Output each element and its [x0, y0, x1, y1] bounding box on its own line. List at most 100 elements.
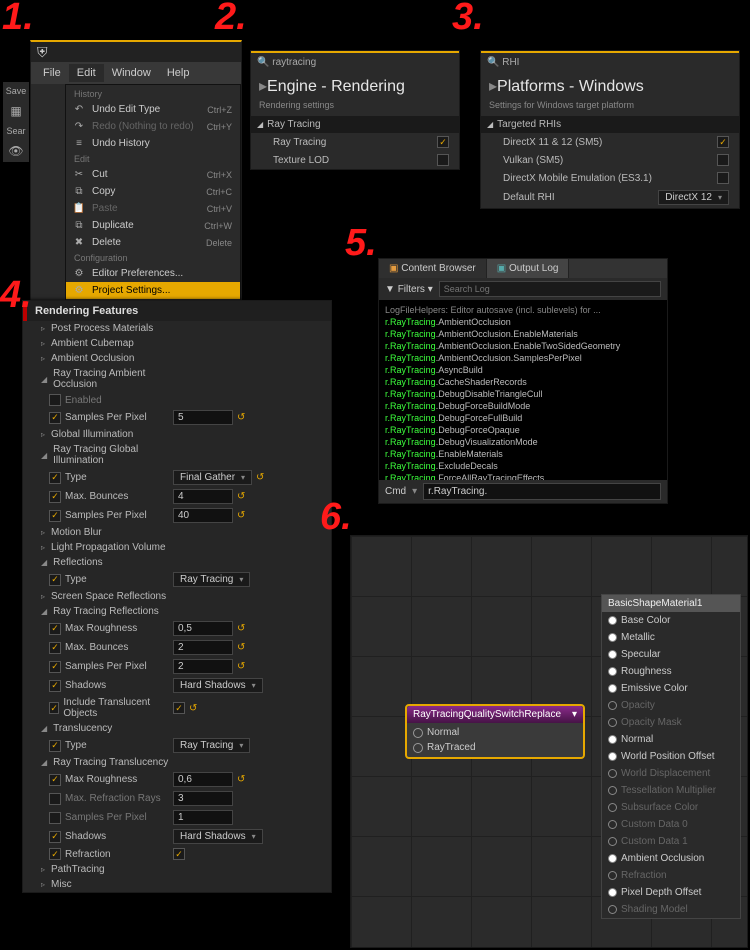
search-text[interactable]: RHI	[502, 57, 519, 68]
search-log-input[interactable]	[439, 281, 661, 297]
cb-rtgi-spp[interactable]	[49, 510, 61, 522]
cb-rtgi-maxb[interactable]	[49, 491, 61, 503]
cb-maxrefr[interactable]	[49, 793, 61, 805]
reset-icon[interactable]: ↺	[237, 510, 245, 521]
mat-pin[interactable]: Ambient Occlusion	[602, 850, 740, 867]
cb-vulkan[interactable]	[717, 154, 729, 166]
mi-undo-edit-type[interactable]: ↶Undo Edit TypeCtrl+Z	[66, 101, 240, 118]
mat-pin[interactable]: Refraction	[602, 867, 740, 884]
row-ambient-cubemap[interactable]: Ambient Cubemap	[23, 336, 331, 351]
reset-icon[interactable]: ↺	[189, 703, 197, 714]
reset-icon[interactable]: ↺	[237, 774, 245, 785]
menu-file[interactable]: File	[35, 64, 69, 82]
eye-icon[interactable]: 👁	[8, 144, 23, 158]
mi-cut[interactable]: ✂CutCtrl+X	[66, 166, 240, 183]
row-pathtracing[interactable]: PathTracing	[23, 862, 331, 877]
reset-icon[interactable]: ↺	[237, 661, 245, 672]
mat-pin[interactable]: Normal	[602, 731, 740, 748]
reset-icon[interactable]: ↺	[237, 623, 245, 634]
cb-incl-trans-val[interactable]	[173, 702, 185, 714]
tab-content-browser[interactable]: ▣ Content Browser	[379, 259, 487, 278]
spin-rttrans-spp[interactable]	[173, 810, 233, 825]
row-translucency[interactable]: Translucency	[23, 721, 331, 736]
section-targeted-rhis[interactable]: Targeted RHIs	[481, 116, 739, 133]
spin-rttrans-maxr[interactable]	[173, 772, 233, 787]
cb-dx1112[interactable]	[717, 136, 729, 148]
cb-rtrefl-spp[interactable]	[49, 661, 61, 673]
row-reflections[interactable]: Reflections	[23, 555, 331, 570]
mi-editor-preferences[interactable]: ⚙Editor Preferences...	[66, 265, 240, 282]
cb-incl-trans[interactable]	[49, 702, 59, 714]
modes-icon[interactable]: ▦	[10, 104, 21, 118]
spin-rtao-spp[interactable]	[173, 410, 233, 425]
row-ssr[interactable]: Screen Space Reflections	[23, 589, 331, 604]
tab-output-log[interactable]: ▣ Output Log	[487, 259, 570, 278]
spin-maxrefr[interactable]	[173, 791, 233, 806]
row-motion-blur[interactable]: Motion Blur	[23, 525, 331, 540]
cb-shadows[interactable]	[49, 680, 61, 692]
pin-raytraced[interactable]: RayTraced	[413, 742, 577, 753]
mat-pin[interactable]: World Displacement	[602, 765, 740, 782]
cb-ray-tracing[interactable]	[437, 136, 449, 148]
mi-paste[interactable]: 📋PasteCtrl+V	[66, 200, 240, 217]
cb-dxmobile[interactable]	[717, 172, 729, 184]
mat-pin[interactable]: Roughness	[602, 663, 740, 680]
row-lpv[interactable]: Light Propagation Volume	[23, 540, 331, 555]
search-text[interactable]: raytracing	[272, 57, 316, 68]
mat-pin[interactable]: Base Color	[602, 612, 740, 629]
row-rtrefl[interactable]: Ray Tracing Reflections	[23, 604, 331, 619]
combo-refl-type[interactable]: Ray Tracing	[173, 572, 250, 587]
mi-undo-history[interactable]: ≡Undo History	[66, 135, 240, 152]
row-ao[interactable]: Ambient Occlusion	[23, 351, 331, 366]
row-ppm[interactable]: Post Process Materials	[23, 321, 331, 336]
mat-pin[interactable]: Metallic	[602, 629, 740, 646]
combo-trans-type[interactable]: Ray Tracing	[173, 738, 250, 753]
mat-pin[interactable]: World Position Offset	[602, 748, 740, 765]
combo-shadows[interactable]: Hard Shadows	[173, 678, 263, 693]
save-button[interactable]: Save	[6, 86, 27, 96]
mi-redo[interactable]: ↷Redo (Nothing to redo)Ctrl+Y	[66, 118, 240, 135]
mat-pin[interactable]: Opacity	[602, 697, 740, 714]
pin-normal[interactable]: Normal	[413, 727, 577, 738]
section-ray-tracing[interactable]: Ray Tracing	[251, 116, 459, 133]
mat-pin[interactable]: Custom Data 0	[602, 816, 740, 833]
mat-pin[interactable]: Opacity Mask	[602, 714, 740, 731]
spin-maxr[interactable]	[173, 621, 233, 636]
cb-texture-lod[interactable]	[437, 154, 449, 166]
cb-rtrefl-maxb[interactable]	[49, 642, 61, 654]
cb-rttrans-maxr[interactable]	[49, 774, 61, 786]
cmd-input[interactable]	[423, 483, 661, 500]
combo-default-rhi[interactable]: DirectX 12	[658, 190, 729, 205]
menu-edit[interactable]: Edit	[69, 64, 104, 82]
reset-icon[interactable]: ↺	[256, 472, 264, 483]
material-output-node[interactable]: BasicShapeMaterial1 Base ColorMetallicSp…	[601, 594, 741, 919]
spin-rtrefl-maxb[interactable]	[173, 640, 233, 655]
cb-refl-type[interactable]	[49, 574, 61, 586]
cb-maxr[interactable]	[49, 623, 61, 635]
row-rttrans[interactable]: Ray Tracing Translucency	[23, 755, 331, 770]
cb-rtao-enabled[interactable]	[49, 394, 61, 406]
mat-pin[interactable]: Subsurface Color	[602, 799, 740, 816]
combo-rttrans-shadows[interactable]: Hard Shadows	[173, 829, 263, 844]
row-rtgi[interactable]: Ray Tracing Global Illumination	[23, 442, 331, 468]
mat-pin[interactable]: Custom Data 1	[602, 833, 740, 850]
mi-project-settings[interactable]: ⚙Project Settings...	[66, 282, 240, 299]
reset-icon[interactable]: ↺	[237, 491, 245, 502]
cb-rttrans-shadows[interactable]	[49, 831, 61, 843]
mat-pin[interactable]: Tessellation Multiplier	[602, 782, 740, 799]
console[interactable]: LogFileHelpers: Editor autosave (incl. s…	[379, 300, 667, 480]
material-graph[interactable]: RayTracingQualitySwitchReplace▾ Normal R…	[350, 535, 748, 948]
mat-pin[interactable]: Emissive Color	[602, 680, 740, 697]
spin-rtgi-spp[interactable]	[173, 508, 233, 523]
row-rtao[interactable]: Ray Tracing Ambient Occlusion	[23, 366, 331, 392]
category-header[interactable]: Rendering Features	[23, 301, 331, 321]
mi-duplicate[interactable]: ⧉DuplicateCtrl+W	[66, 217, 240, 234]
row-misc[interactable]: Misc	[23, 877, 331, 892]
menu-help[interactable]: Help	[159, 64, 198, 82]
cb-rttrans-spp[interactable]	[49, 812, 61, 824]
mat-pin[interactable]: Shading Model	[602, 901, 740, 918]
node-rtqsr[interactable]: RayTracingQualitySwitchReplace▾ Normal R…	[405, 704, 585, 759]
spin-maxb[interactable]	[173, 489, 233, 504]
row-gi[interactable]: Global Illumination	[23, 427, 331, 442]
cb-refraction[interactable]	[49, 848, 61, 860]
